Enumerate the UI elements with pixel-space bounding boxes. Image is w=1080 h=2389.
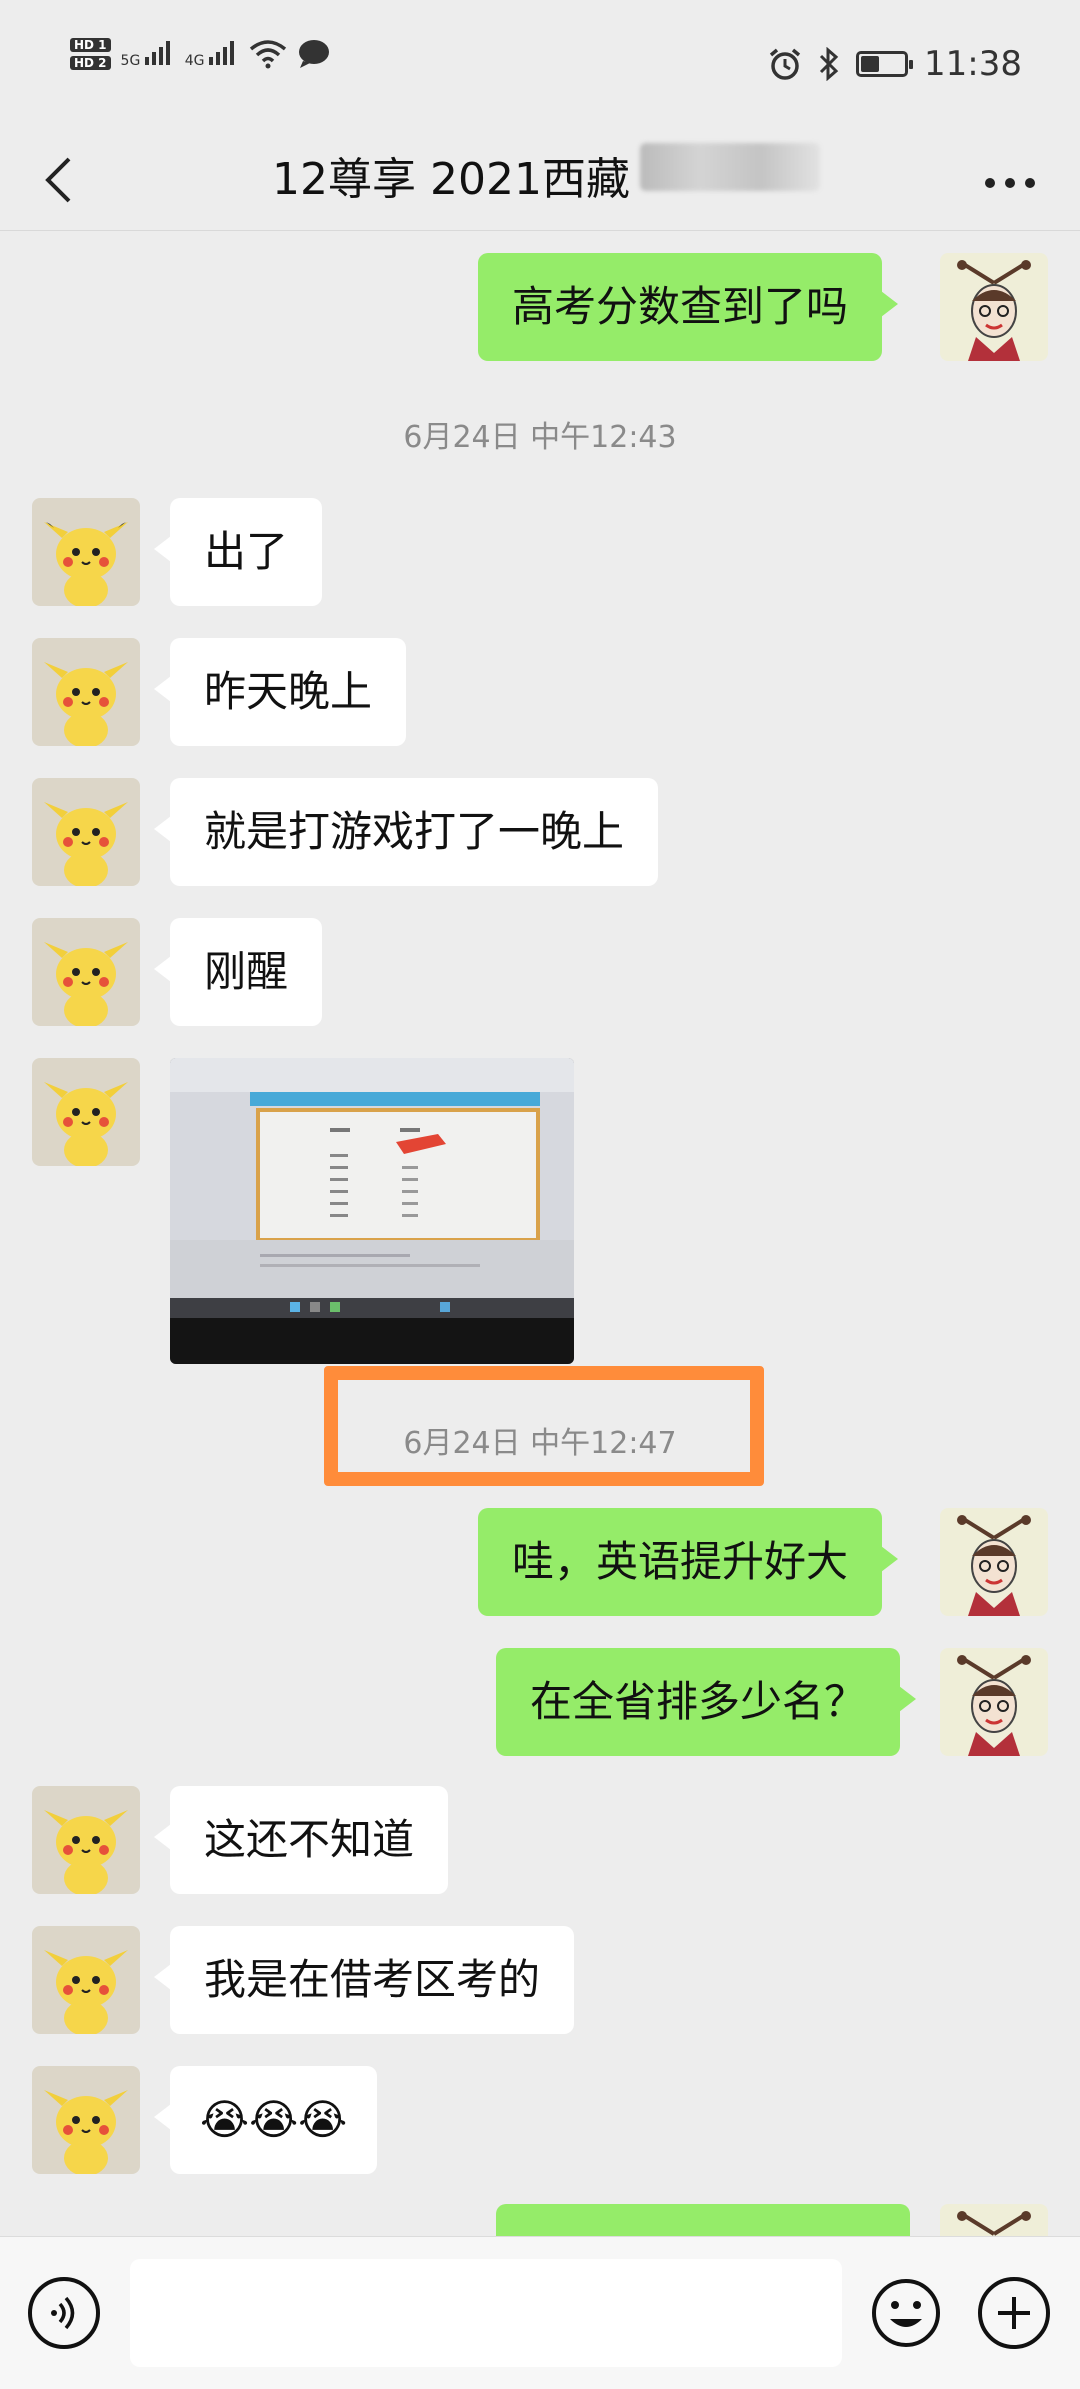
signal-4g: 4G (185, 39, 239, 69)
chat-header: 12尊享 2021西藏 (0, 130, 1080, 231)
pikachu-avatar-icon (44, 802, 128, 886)
signal-bars-icon (144, 41, 170, 65)
clock: 11:38 (924, 44, 1022, 84)
avatar-friend[interactable] (32, 1786, 140, 1894)
girl-avatar-icon (957, 2211, 1031, 2236)
avatar-friend[interactable] (32, 778, 140, 886)
image-message[interactable] (170, 1058, 574, 1364)
avatar-friend[interactable] (32, 498, 140, 606)
blurred-title-redaction (640, 143, 820, 191)
avatar-self[interactable] (940, 1648, 1048, 1756)
avatar-self[interactable] (940, 253, 1048, 361)
avatar-friend[interactable] (32, 1926, 140, 2034)
message-bubble-in[interactable]: 我是在借考区考的 (153, 1926, 575, 2034)
message-bubble-in[interactable]: 😭😭😭 (153, 2066, 378, 2174)
status-bar: HD 1 HD 2 5G 4G 11:38 (0, 0, 1080, 130)
message-bubble-out[interactable]: 高考分数查到了吗 (478, 253, 899, 361)
signal-bars-icon (208, 41, 234, 65)
hd1-badge: HD 1 (70, 38, 111, 52)
voice-icon[interactable] (28, 2277, 100, 2349)
avatar-friend[interactable] (32, 2066, 140, 2174)
message-bubble-in[interactable]: 昨天晚上 (153, 638, 407, 746)
pikachu-avatar-icon (44, 662, 128, 746)
signal-5g: 5G (121, 39, 175, 69)
avatar-self-partial (940, 2204, 1048, 2236)
plus-icon[interactable] (978, 2277, 1050, 2349)
pikachu-avatar-icon (44, 942, 128, 1026)
emoji-icon[interactable] (870, 2277, 942, 2349)
message-bubble-out-partial (496, 2204, 910, 2236)
girl-avatar-icon (957, 260, 1031, 361)
message-input[interactable] (130, 2259, 842, 2367)
message-bubble-in[interactable]: 刚醒 (153, 918, 323, 1026)
score-screenshot-photo (170, 1058, 574, 1364)
avatar-friend[interactable] (32, 1058, 140, 1166)
message-bubble-out[interactable]: 哇，英语提升好大 (478, 1508, 899, 1616)
avatar-friend[interactable] (32, 918, 140, 1026)
timestamp: 6月24日 中午12:43 (403, 420, 677, 455)
back-chevron-icon[interactable] (28, 130, 88, 230)
bluetooth-icon (819, 47, 839, 81)
pikachu-avatar-icon (44, 1950, 128, 2034)
pikachu-avatar-icon (44, 1082, 128, 1166)
hd2-badge: HD 2 (70, 56, 111, 70)
input-bar (0, 2236, 1080, 2389)
girl-avatar-icon (957, 1515, 1031, 1616)
girl-avatar-icon (957, 1655, 1031, 1756)
avatar-friend[interactable] (32, 638, 140, 746)
pikachu-avatar-icon (44, 2090, 128, 2174)
status-left: HD 1 HD 2 5G 4G (70, 38, 331, 70)
chat-title: 12尊享 2021西藏 (272, 154, 630, 205)
wifi-icon (249, 40, 287, 69)
avatar-self[interactable] (940, 1508, 1048, 1616)
timestamp: 6月24日 中午12:47 (403, 1426, 677, 1461)
message-bubble-in[interactable]: 这还不知道 (153, 1786, 449, 1894)
message-bubble-in[interactable]: 就是打游戏打了一晚上 (153, 778, 659, 886)
battery-icon (856, 51, 914, 77)
hd-indicator: HD 1 HD 2 (70, 38, 111, 70)
message-bubble-out[interactable]: 在全省排多少名？ (496, 1648, 917, 1756)
pikachu-avatar-icon (44, 1810, 128, 1894)
alarm-icon (769, 48, 801, 80)
more-dots-icon[interactable] (970, 130, 1050, 230)
message-bubble-in[interactable]: 出了 (153, 498, 323, 606)
pikachu-avatar-icon (44, 522, 128, 606)
chat-notification-icon (298, 40, 329, 68)
status-right: 11:38 (768, 44, 1022, 84)
